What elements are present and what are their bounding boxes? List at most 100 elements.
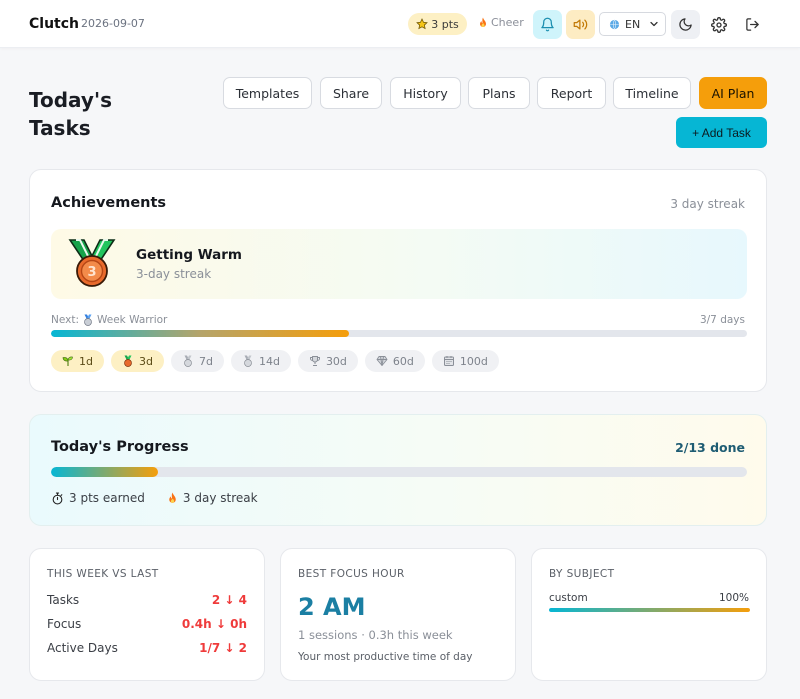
bronze-medal-icon [122,355,134,367]
milestone-label: 14d [258,354,280,368]
milestone-chip-7d: 7d [170,350,224,372]
brand-name[interactable]: Clutch [29,16,79,32]
logout-icon [746,18,759,31]
by-subject-label: BY SUBJECT [549,568,615,580]
medal-icon [182,355,194,367]
comparison-row-value: 2 ↓ 4 [211,593,247,607]
timeline-button[interactable]: Timeline [613,77,691,109]
progress-title: Today's Progress [51,439,189,455]
bell-icon [541,17,554,32]
achievement-name: Getting Warm [136,247,242,263]
comparison-row-name: Tasks [47,593,80,607]
speaker-icon [573,19,588,30]
cheer-button[interactable]: Cheer [478,16,524,29]
history-button[interactable]: History [390,77,461,109]
milestone-chip-100d: 100d [431,350,499,372]
logout-button[interactable] [738,10,767,39]
next-achievement-progress: 3/7 days [699,314,745,326]
week-comparison-label: THIS WEEK VS LAST [47,568,159,580]
best-focus-value: 2 AM [298,593,366,621]
trophy-icon [309,355,321,367]
next-prefix: Next: [51,314,79,326]
globe-icon [609,19,620,29]
milestone-list: 1d 3d 7d 14d 30d 60d 100d [51,350,499,372]
comparison-row-value: 1/7 ↓ 2 [199,641,247,655]
daily-progress-fill [51,467,159,477]
current-date: 2026-09-07 [81,17,145,30]
sound-button[interactable] [566,10,595,39]
next-achievement-name: Week Warrior [97,314,168,326]
milestone-label: 3d [138,354,153,368]
templates-button[interactable]: Templates [223,77,312,109]
best-focus-card: BEST FOCUS HOUR 2 AM 1 sessions · 0.3h t… [280,548,516,681]
best-focus-note: Your most productive time of day [298,651,473,663]
add-task-button[interactable]: + Add Task [676,117,767,148]
comparison-row-tasks: Tasks 2 ↓ 4 [47,593,247,607]
comparison-row-active-days: Active Days 1/7 ↓ 2 [47,641,247,655]
milestone-chip-14d: 14d [230,350,291,372]
achievements-card: Achievements 3 day streak 3 Getting Warm… [29,169,767,392]
chevron-down-icon [650,21,658,27]
points-value: 3 pts [431,17,459,31]
stopwatch-icon [52,492,63,504]
todays-progress-card: Today's Progress 2/13 done 3 pts earned … [29,414,767,526]
comparison-row-focus: Focus 0.4h ↓ 0h [47,617,247,631]
notifications-button[interactable] [533,10,562,39]
milestone-chip-3d: 3d [110,350,164,372]
language-select[interactable]: EN [599,12,666,36]
daily-progress-bar [51,467,747,477]
subject-percent: 100% [718,592,749,604]
settings-button[interactable] [704,10,733,39]
bronze-medal-icon: 3 [68,239,116,287]
flame-icon [169,492,176,503]
milestone-label: 30d [325,354,347,368]
milestone-label: 100d [459,354,488,368]
comparison-row-name: Active Days [47,641,118,655]
points-earned-text: 3 pts earned [69,491,145,505]
progress-streak-text: 3 day streak [182,491,258,505]
progress-meta: 3 pts earned 3 day streak [51,491,258,505]
star-icon [416,18,429,30]
milestone-label: 1d [79,354,93,368]
sprout-icon [62,355,74,367]
dark-mode-toggle[interactable] [671,10,700,39]
milestone-chip-60d: 60d [364,350,425,372]
achievement-progress-fill [51,330,350,337]
top-bar: Clutch 2026-09-07 3 pts Cheer EN [0,0,800,48]
next-achievement: Next: Week Warrior [51,314,167,326]
progress-done-count: 2/13 done [675,440,745,455]
medal-icon [242,355,254,367]
subject-bar-fill [549,608,750,612]
achievement-progress-bar [51,330,747,337]
report-button[interactable]: Report [537,77,606,109]
best-focus-label: BEST FOCUS HOUR [298,568,405,580]
subject-bar [549,608,750,612]
cheer-label: Cheer [491,16,524,29]
subject-row: custom 100% [549,592,749,604]
best-focus-sessions: 1 sessions · 0.3h this week [298,628,453,642]
gear-icon [710,16,727,33]
language-value: EN [625,17,641,31]
milestone-chip-30d: 30d [297,350,358,372]
by-subject-card: BY SUBJECT custom 100% [531,548,767,681]
points-badge: 3 pts [408,13,467,35]
comparison-row-name: Focus [47,617,82,631]
share-button[interactable]: Share [320,77,382,109]
milestone-label: 60d [392,354,414,368]
ai-plan-button[interactable]: AI Plan [699,77,767,109]
page-title: Today's Tasks [29,88,112,140]
moon-icon [679,18,692,31]
current-achievement: 3 Getting Warm 3-day streak [51,229,747,299]
week-comparison-card: THIS WEEK VS LAST Tasks 2 ↓ 4 Focus 0.4h… [29,548,265,681]
milestone-label: 7d [198,354,213,368]
achievements-title: Achievements [51,195,167,211]
subject-name: custom [549,592,588,604]
milestone-chip-1d: 1d [51,350,104,372]
progress-streak: 3 day streak [167,491,258,505]
comparison-row-value: 0.4h ↓ 0h [181,617,247,631]
streak-count: 3 day streak [670,197,745,211]
calendar-icon [443,355,455,367]
plans-button[interactable]: Plans [468,77,530,109]
medal-number: 3 [87,265,96,280]
gem-icon [376,355,388,367]
